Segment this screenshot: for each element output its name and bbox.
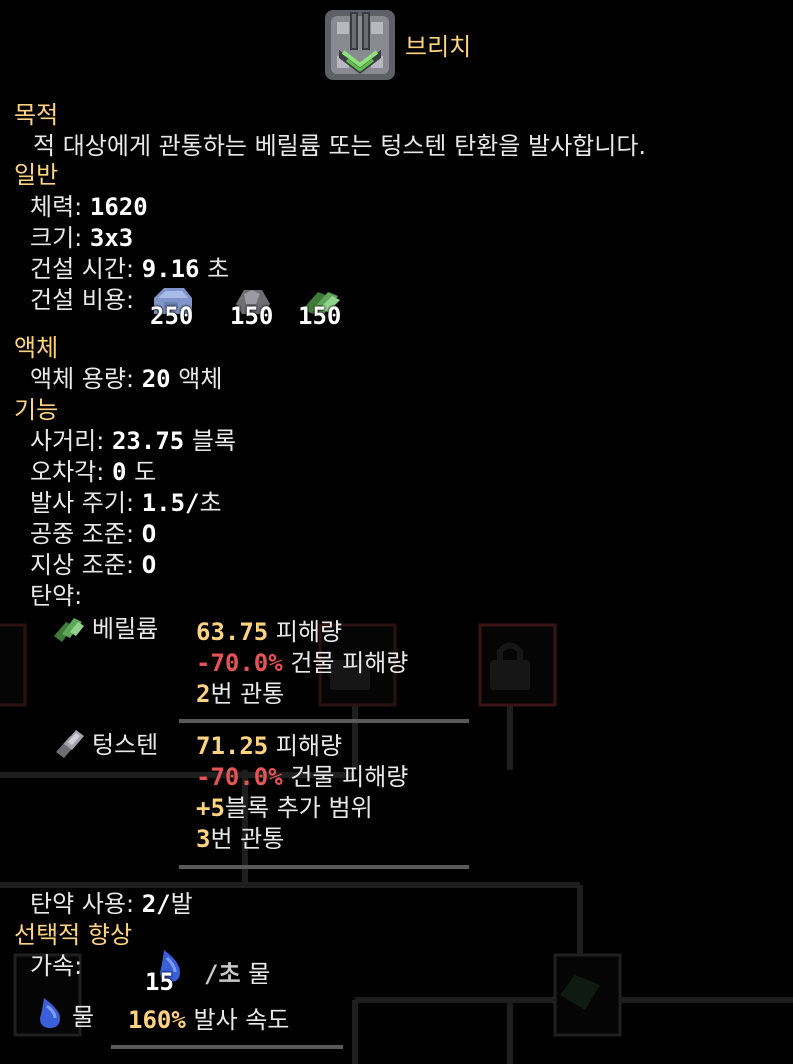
boost-separator [111, 1045, 343, 1049]
boost-label: 가속: [30, 952, 83, 980]
water-drop-icon [34, 996, 64, 1030]
beryllium-pierce-label: 번 관통 [210, 680, 285, 708]
inaccuracy-value: 0 [111, 458, 127, 486]
ammo-beryllium-building-damage: -70.0% 건물 피해량 [196, 648, 408, 678]
reload-unit: 초 [199, 489, 222, 517]
ammo-use-stat: 탄약 사용: 2/발 [30, 889, 193, 919]
coolant-name: 물 [248, 960, 271, 988]
liquid-capacity-stat: 액체 용량: 20 액체 [30, 364, 222, 394]
target-air-label: 공중 조준: [30, 520, 135, 548]
inaccuracy-label: 오차각: [30, 458, 105, 486]
purpose-header: 목적 [14, 101, 59, 129]
silicon-cost-amount: 150 [298, 302, 342, 330]
health-value: 1620 [89, 193, 148, 221]
range-stat: 사거리: 23.75 블록 [30, 426, 236, 456]
tungsten-damage-value: 71.25 [196, 732, 269, 760]
ammo-separator [179, 719, 469, 723]
coolant-amount: 15 [145, 968, 174, 996]
tungsten-range-label: 블록 추가 범위 [224, 794, 373, 822]
block-info-panel: 브리치 목적 적 대상에게 관통하는 베릴륨 또는 텅스텐 탄환을 발사합니다.… [0, 0, 793, 1064]
target-air-stat: 공중 조준: O [30, 519, 156, 549]
tungsten-ammo-icon [52, 728, 86, 760]
ammo-tungsten-name: 텅스텐 [92, 731, 159, 759]
ammo-tungsten-pierce: 3번 관통 [196, 824, 284, 854]
liquid-capacity-label: 액체 용량: [30, 365, 135, 393]
reload-label: 발사 주기: [30, 489, 135, 517]
ammo-separator [179, 865, 469, 869]
build-time-unit: 초 [207, 255, 230, 283]
size-value: 3x3 [89, 224, 134, 252]
tungsten-range-value: +5 [196, 794, 225, 822]
health-label: 체력: [30, 193, 83, 221]
liquid-capacity-value: 20 [141, 365, 171, 393]
ammo-label: 탄약: [30, 582, 83, 610]
size-label: 크기: [30, 224, 83, 252]
tungsten-cost-amount: 150 [230, 302, 274, 330]
beryllium-damage-label: 피해량 [275, 618, 343, 646]
breach-turret-icon [323, 8, 397, 82]
ammo-use-value: 2/ [141, 890, 171, 918]
boost-item-name: 물 [72, 1003, 95, 1031]
boost-effect-label: 발사 속도 [193, 1006, 290, 1034]
coolant-rate: /초 물 [204, 959, 270, 989]
tungsten-pierce-value: 3 [196, 825, 211, 853]
target-ground-label: 지상 조준: [30, 551, 135, 579]
ammo-use-label: 탄약 사용: [30, 890, 135, 918]
size-stat: 크기: 3x3 [30, 223, 133, 253]
reload-value: 1.5/ [141, 489, 200, 517]
target-air-value: O [141, 520, 157, 548]
beryllium-ammo-icon [52, 614, 86, 644]
ammo-tungsten-range: +5블록 추가 범위 [196, 793, 373, 823]
beryllium-building-value: -70.0% [196, 649, 283, 677]
purpose-description: 적 대상에게 관통하는 베릴륨 또는 텅스텐 탄환을 발사합니다. [33, 132, 647, 160]
build-time-label: 건설 시간: [30, 255, 135, 283]
ammo-beryllium-pierce: 2번 관통 [196, 679, 284, 709]
build-cost-label: 건설 비용: [30, 286, 135, 314]
build-time-stat: 건설 시간: 9.16 초 [30, 254, 229, 284]
beryllium-cost-amount: 250 [150, 302, 194, 330]
general-header: 일반 [14, 161, 59, 189]
tungsten-building-value: -70.0% [196, 763, 283, 791]
liquid-capacity-unit: 액체 [178, 365, 223, 393]
target-ground-stat: 지상 조준: O [30, 550, 156, 580]
block-name: 브리치 [405, 33, 472, 61]
build-time-value: 9.16 [141, 255, 200, 283]
ammo-tungsten-building-damage: -70.0% 건물 피해량 [196, 762, 408, 792]
liquids-header: 액체 [14, 334, 59, 362]
reload-stat: 발사 주기: 1.5/초 [30, 488, 222, 518]
target-ground-value: O [141, 551, 157, 579]
coolant-rate-value: /초 [204, 960, 241, 988]
function-header: 기능 [14, 396, 59, 424]
inaccuracy-unit: 도 [134, 458, 157, 486]
range-label: 사거리: [30, 427, 105, 455]
boost-effect: 160% 발사 속도 [128, 1005, 289, 1035]
tungsten-damage-label: 피해량 [275, 732, 343, 760]
ammo-tungsten-damage: 71.25 피해량 [196, 731, 342, 761]
optional-header: 선택적 향상 [14, 921, 133, 949]
health-stat: 체력: 1620 [30, 192, 148, 222]
beryllium-damage-value: 63.75 [196, 618, 269, 646]
range-unit: 블록 [191, 427, 237, 455]
range-value: 23.75 [111, 427, 185, 455]
tungsten-building-label: 건물 피해량 [290, 763, 409, 791]
ammo-use-unit: 발 [170, 890, 193, 918]
ammo-beryllium-name: 베릴륨 [92, 615, 159, 643]
beryllium-building-label: 건물 피해량 [290, 649, 409, 677]
ammo-beryllium-damage: 63.75 피해량 [196, 617, 342, 647]
inaccuracy-stat: 오차각: 0 도 [30, 457, 156, 487]
boost-value: 160% [128, 1006, 186, 1034]
beryllium-pierce-value: 2 [196, 680, 211, 708]
tungsten-pierce-label: 번 관통 [210, 825, 285, 853]
